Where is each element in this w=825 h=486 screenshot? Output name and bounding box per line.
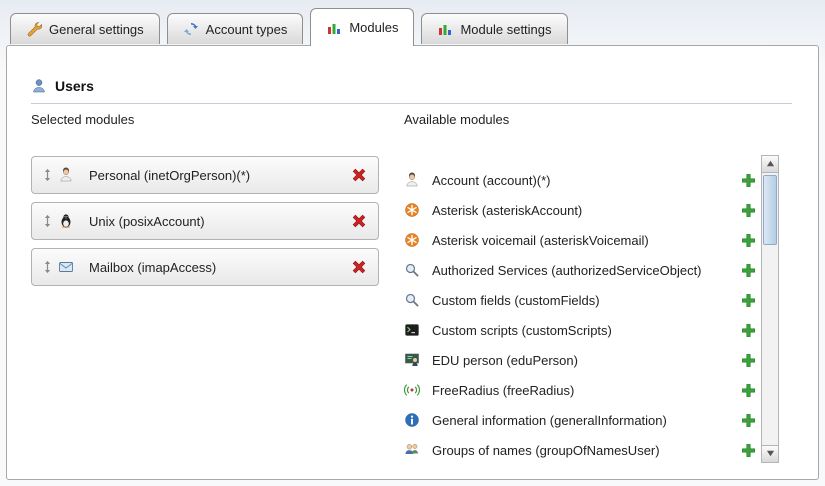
selected-module-row[interactable]: Mailbox (imapAccess): [31, 248, 379, 286]
add-module-button[interactable]: [741, 293, 756, 308]
module-label: Authorized Services (authorizedServiceOb…: [432, 263, 702, 278]
module-label: Groups of names (groupOfNamesUser): [432, 443, 660, 458]
available-module-row: Account (account)(*): [404, 165, 756, 195]
drag-handle-icon[interactable]: [42, 260, 58, 274]
arrow-down-icon: [766, 445, 775, 463]
scroll-up-button[interactable]: [762, 156, 778, 173]
section-divider: [31, 103, 792, 104]
drag-handle-icon[interactable]: [42, 168, 58, 182]
magnifier-icon: [404, 292, 422, 308]
refresh-icon: [183, 21, 199, 37]
add-module-button[interactable]: [741, 413, 756, 428]
available-module-row: FreeRadius (freeRadius): [404, 375, 756, 405]
module-label: Unix (posixAccount): [89, 214, 205, 229]
available-module-row: Custom scripts (customScripts): [404, 315, 756, 345]
antenna-icon: [404, 382, 422, 398]
section-heading: Users: [31, 78, 94, 94]
penguin-icon: [58, 213, 76, 229]
module-label: Custom scripts (customScripts): [432, 323, 612, 338]
selected-modules-list: Personal (inetOrgPerson)(*) Unix (posixA…: [31, 156, 379, 286]
tab-label: General settings: [49, 22, 144, 37]
available-module-row: Authorized Services (authorizedServiceOb…: [404, 255, 756, 285]
magnifier-icon: [404, 262, 422, 278]
module-label: Mailbox (imapAccess): [89, 260, 216, 275]
module-label: Custom fields (customFields): [432, 293, 600, 308]
module-label: General information (generalInformation): [432, 413, 667, 428]
add-module-button[interactable]: [741, 353, 756, 368]
selected-modules-heading: Selected modules: [31, 112, 134, 127]
selected-module-row[interactable]: Unix (posixAccount): [31, 202, 379, 240]
section-title: Users: [55, 78, 94, 94]
available-module-row: EDU person (eduPerson): [404, 345, 756, 375]
remove-module-button[interactable]: [350, 166, 368, 184]
add-module-button[interactable]: [741, 323, 756, 338]
modules-icon: [326, 20, 342, 36]
teacher-icon: [404, 352, 422, 368]
selected-module-row[interactable]: Personal (inetOrgPerson)(*): [31, 156, 379, 194]
module-label: Account (account)(*): [432, 173, 551, 188]
remove-module-button[interactable]: [350, 212, 368, 230]
scrollbar-thumb[interactable]: [763, 175, 777, 245]
module-settings-icon: [437, 21, 453, 37]
tab-account-types[interactable]: Account types: [167, 13, 304, 44]
tab-module-settings[interactable]: Module settings: [421, 13, 567, 44]
person-icon: [58, 167, 76, 183]
tab-general-settings[interactable]: General settings: [10, 13, 160, 44]
module-label: Asterisk (asteriskAccount): [432, 203, 582, 218]
scroll-down-button[interactable]: [762, 445, 778, 462]
tab-modules[interactable]: Modules: [310, 8, 414, 46]
tab-label: Module settings: [460, 22, 551, 37]
mail-icon: [58, 259, 76, 275]
tab-label: Account types: [206, 22, 288, 37]
person-icon: [404, 172, 422, 188]
module-label: FreeRadius (freeRadius): [432, 383, 574, 398]
available-module-row: Asterisk (asteriskAccount): [404, 195, 756, 225]
add-module-button[interactable]: [741, 383, 756, 398]
arrow-up-icon: [766, 155, 775, 173]
wrench-icon: [26, 21, 42, 37]
add-module-button[interactable]: [741, 203, 756, 218]
add-module-button[interactable]: [741, 263, 756, 278]
available-module-row: Custom fields (customFields): [404, 285, 756, 315]
terminal-icon: [404, 322, 422, 338]
tab-label: Modules: [349, 20, 398, 35]
scrollbar[interactable]: [761, 155, 779, 463]
available-module-row: General information (generalInformation): [404, 405, 756, 435]
add-module-button[interactable]: [741, 233, 756, 248]
available-module-row: Asterisk voicemail (asteriskVoicemail): [404, 225, 756, 255]
available-modules-list: Account (account)(*) Asterisk (asteriskA…: [404, 165, 756, 465]
asterisk-icon: [404, 202, 422, 218]
asterisk-icon: [404, 232, 422, 248]
available-module-row: Groups of names (groupOfNamesUser): [404, 435, 756, 465]
add-module-button[interactable]: [741, 173, 756, 188]
user-blue-icon: [31, 78, 47, 94]
info-icon: [404, 412, 422, 428]
remove-module-button[interactable]: [350, 258, 368, 276]
module-label: Personal (inetOrgPerson)(*): [89, 168, 250, 183]
module-label: Asterisk voicemail (asteriskVoicemail): [432, 233, 649, 248]
module-label: EDU person (eduPerson): [432, 353, 578, 368]
content-panel: Users Selected modules Available modules…: [6, 45, 819, 480]
group-icon: [404, 442, 422, 458]
tab-bar: General settings Account types Modules M…: [10, 8, 568, 46]
add-module-button[interactable]: [741, 443, 756, 458]
app-window: General settings Account types Modules M…: [0, 0, 825, 486]
drag-handle-icon[interactable]: [42, 214, 58, 228]
available-modules-heading: Available modules: [404, 112, 509, 127]
